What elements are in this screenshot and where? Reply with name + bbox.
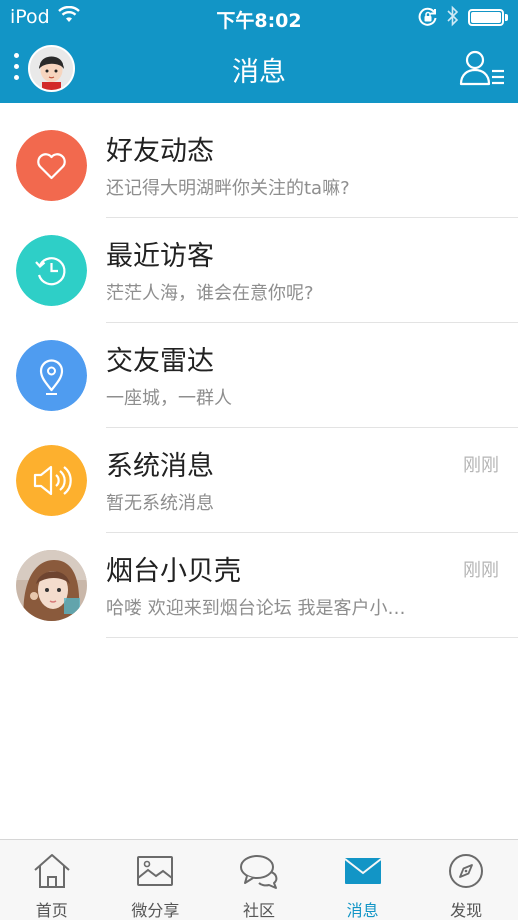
- user-avatar: [16, 550, 87, 621]
- location-pin-icon: [16, 340, 87, 411]
- divider: [106, 637, 518, 638]
- image-icon: [135, 852, 175, 894]
- tab-label: 微分享: [131, 901, 180, 920]
- tab-label: 社区: [242, 901, 275, 920]
- clock-history-icon: [16, 235, 87, 306]
- tab-home[interactable]: 首页: [0, 840, 104, 920]
- list-item-recent-visitors[interactable]: 最近访客 茫茫人海，谁会在意你呢?: [0, 218, 518, 323]
- rotation-lock-icon: [418, 7, 438, 32]
- list-item-friends-activity[interactable]: 好友动态 还记得大明湖畔你关注的ta嘛?: [0, 113, 518, 218]
- item-time: 刚刚: [463, 560, 499, 581]
- heart-icon: [16, 130, 87, 201]
- tab-label: 首页: [35, 901, 68, 920]
- tab-label: 发现: [450, 901, 483, 920]
- message-list: 好友动态 还记得大明湖畔你关注的ta嘛? 最近访客 茫茫人海，谁会在意你呢? 交: [0, 113, 518, 638]
- tab-bar: 首页 微分享 社区 消息 发现: [0, 839, 518, 920]
- page-title: 消息: [232, 57, 286, 88]
- envelope-icon: [343, 852, 383, 894]
- tab-community[interactable]: 社区: [207, 840, 311, 920]
- item-title: 好友动态: [106, 136, 214, 167]
- list-item-user-chat[interactable]: 烟台小贝壳 哈喽 欢迎来到烟台论坛 我是客户小… 刚刚: [0, 533, 518, 638]
- tab-label: 消息: [346, 901, 379, 920]
- item-subtitle: 茫茫人海，谁会在意你呢?: [106, 283, 314, 304]
- item-time: 刚刚: [463, 455, 499, 476]
- speaker-icon: [16, 445, 87, 516]
- item-title: 系统消息: [106, 451, 214, 482]
- list-item-radar[interactable]: 交友雷达 一座城，一群人: [0, 323, 518, 428]
- tab-discover[interactable]: 发现: [414, 840, 518, 920]
- chat-bubbles-icon: [238, 852, 280, 894]
- status-time: 下午8:02: [216, 10, 302, 32]
- status-bar: iPod 下午8:02: [0, 0, 518, 34]
- tab-messages[interactable]: 消息: [311, 840, 415, 920]
- compass-icon: [446, 852, 486, 894]
- battery-icon: [468, 9, 508, 26]
- list-item-system-messages[interactable]: 系统消息 暂无系统消息 刚刚: [0, 428, 518, 533]
- nav-bar: 消息: [0, 34, 518, 103]
- item-title: 交友雷达: [106, 346, 214, 377]
- item-subtitle: 一座城，一群人: [106, 388, 232, 409]
- contacts-menu-icon[interactable]: [458, 48, 506, 88]
- item-title: 最近访客: [106, 241, 214, 272]
- bluetooth-icon: [446, 5, 460, 32]
- item-subtitle: 暂无系统消息: [106, 493, 214, 514]
- header: iPod 下午8:02 消息: [0, 0, 518, 103]
- item-subtitle: 还记得大明湖畔你关注的ta嘛?: [106, 178, 350, 199]
- item-subtitle: 哈喽 欢迎来到烟台论坛 我是客户小…: [106, 598, 406, 619]
- tab-share[interactable]: 微分享: [104, 840, 208, 920]
- home-icon: [32, 852, 72, 894]
- item-title: 烟台小贝壳: [106, 556, 241, 587]
